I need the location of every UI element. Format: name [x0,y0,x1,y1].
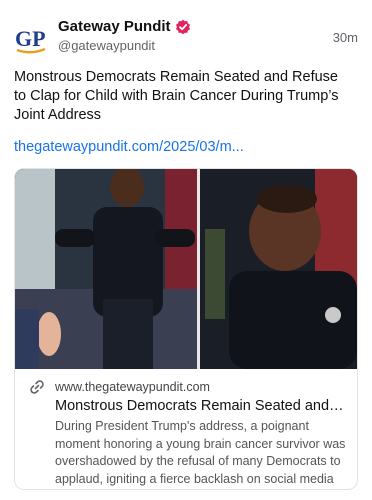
post-header: GP Gateway Pundit @gatewaypundit 30m [14,16,358,60]
link-preview-domain-row: www.thegatewaypundit.com [29,379,347,395]
link-icon [29,379,45,395]
author-name-text: Gateway Pundit [58,18,171,35]
link-preview-card[interactable]: www.thegatewaypundit.com Monstrous Democ… [14,168,358,490]
author-handle[interactable]: @gatewaypundit [58,38,155,53]
gp-logo-icon: GP [15,26,46,54]
post-link[interactable]: thegatewaypundit.com/2025/03/m... [14,139,244,155]
link-preview-image [15,169,357,369]
link-preview-meta: www.thegatewaypundit.com Monstrous Democ… [29,379,347,489]
avatar[interactable]: GP [14,22,48,56]
link-preview-title[interactable]: Monstrous Democrats Remain Seated and Re… [55,398,347,414]
svg-text:GP: GP [15,26,46,51]
post-timestamp[interactable]: 30m [333,30,358,45]
link-preview-description: During President Trump's address, a poig… [55,419,346,486]
post-card: GP Gateway Pundit @gatewaypundit 30m Mon… [0,0,372,500]
author-name[interactable]: Gateway Pundit [58,18,191,35]
link-preview-domain: www.thegatewaypundit.com [55,380,210,394]
verified-badge-icon [175,19,191,35]
post-text: Monstrous Democrats Remain Seated and Re… [14,69,339,123]
